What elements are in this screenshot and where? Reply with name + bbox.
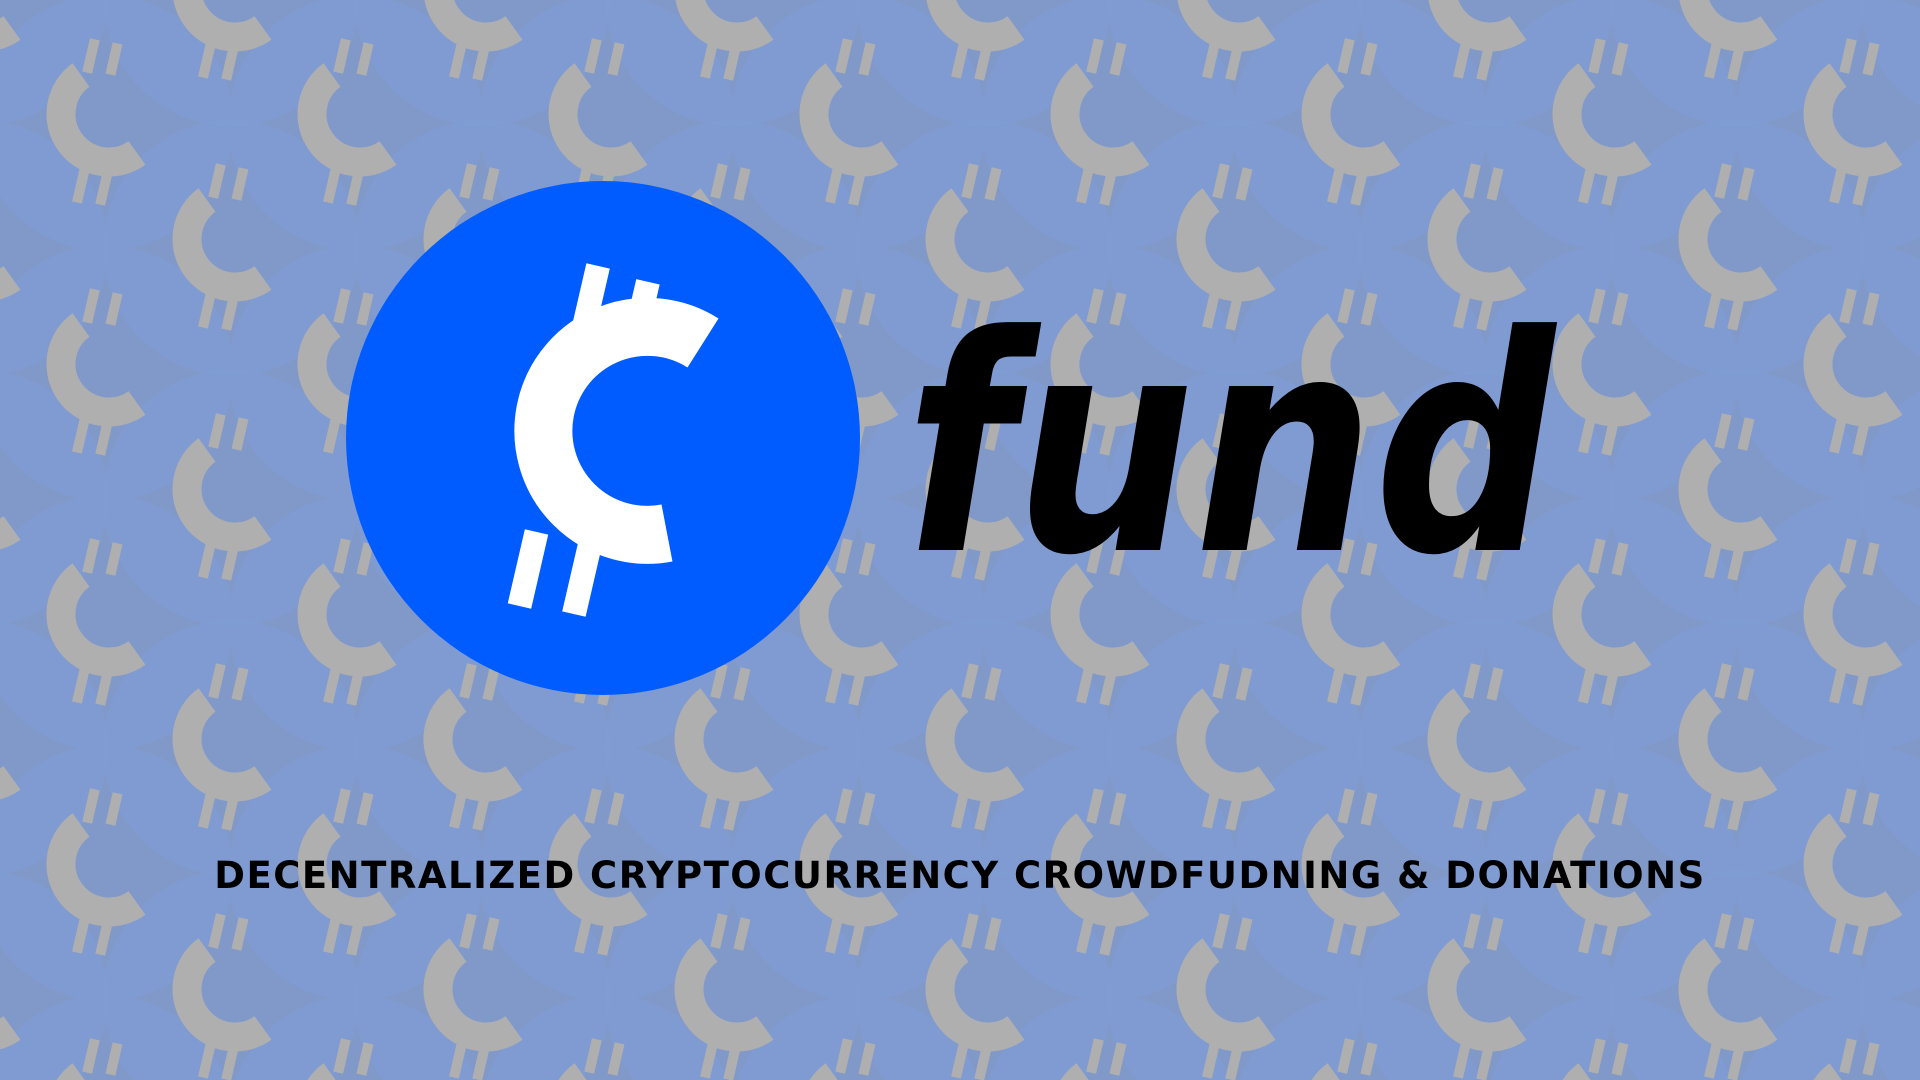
wordmark-text: fund: [905, 300, 1560, 590]
brand-wordmark: fund: [905, 300, 1560, 590]
tagline: DECENTRALIZED CRYPTOCURRENCY CROWDFUDNIN…: [214, 854, 1706, 897]
cent-coin-icon: [346, 181, 860, 695]
